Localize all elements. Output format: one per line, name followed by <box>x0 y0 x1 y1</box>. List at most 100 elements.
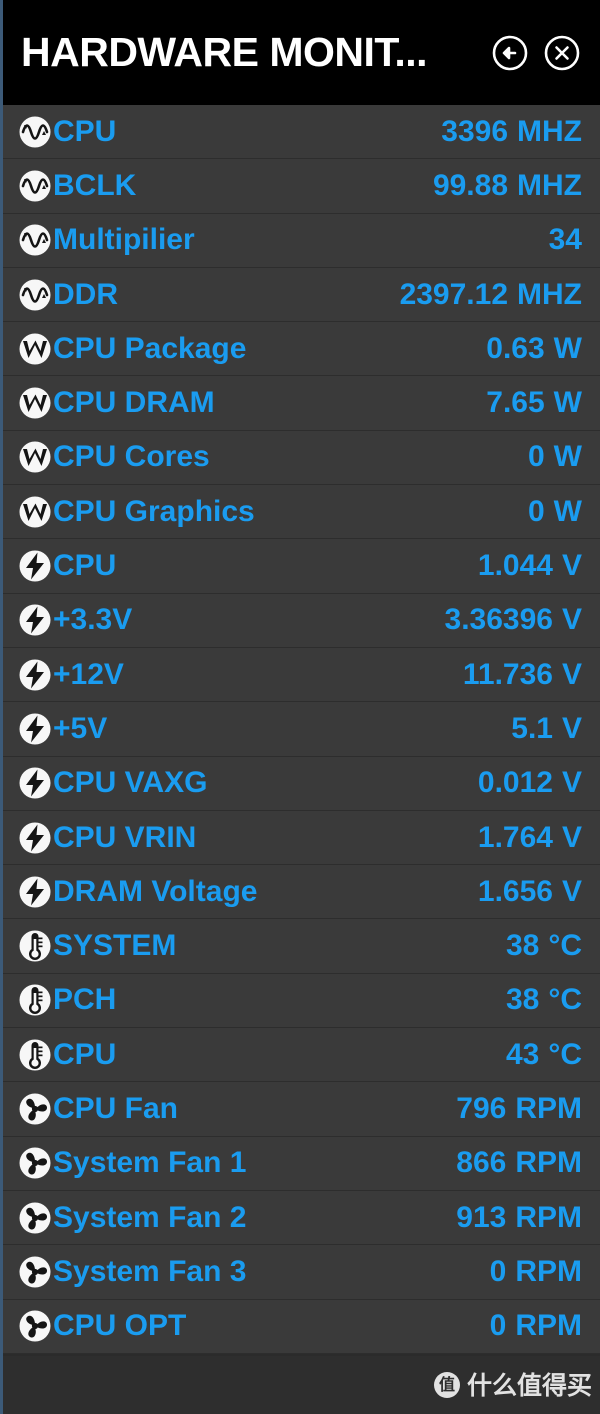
sensor-row[interactable]: +5V 5.1 V <box>3 702 600 757</box>
sensor-label: Multipilier <box>53 223 195 257</box>
frequency-waveform-icon <box>18 115 52 149</box>
sensor-row[interactable]: CPU Fan 796 RPM <box>3 1082 600 1137</box>
sensor-row[interactable]: CPU 43 °C <box>3 1028 600 1083</box>
sensor-label: CPU Fan <box>53 1091 179 1125</box>
sensor-row[interactable]: System Fan 1 866 RPM <box>3 1136 600 1191</box>
power-watt-icon <box>18 386 52 420</box>
sensor-row[interactable]: System Fan 3 0 RPM <box>3 1245 600 1300</box>
sensor-row[interactable]: DRAM Voltage 1.656 V <box>3 865 600 920</box>
power-watt-icon <box>18 440 52 474</box>
sensor-value-group: 0 RPM <box>490 1311 582 1341</box>
sensor-unit: °C <box>548 983 582 1017</box>
sensor-row[interactable]: SYSTEM 38 °C <box>3 919 600 974</box>
sensor-label: System Fan 3 <box>53 1254 247 1288</box>
sensor-unit: W <box>553 331 582 365</box>
sensor-value-group: 0W <box>528 494 582 528</box>
sensor-label: +3.3V <box>53 603 133 637</box>
sensor-label: CPU VRIN <box>53 820 197 854</box>
sensor-label: CPU Package <box>53 331 247 365</box>
sensor-value: 5.1 <box>511 711 553 745</box>
sensor-value-group: 796 RPM <box>456 1093 582 1124</box>
watermark-label: 什么值得买 <box>466 1370 592 1400</box>
smzdm-logo-icon: 值 <box>433 1372 460 1398</box>
sensor-row[interactable]: CPU 3396 MHZ <box>3 105 600 160</box>
sensor-value-group: 1.764 V <box>477 820 582 854</box>
sensor-unit: W <box>553 494 582 528</box>
sensor-unit: V <box>561 657 582 691</box>
sensor-label: +12V <box>53 657 124 691</box>
sensor-row[interactable]: +3.3V 3.36396 V <box>3 593 600 648</box>
sensor-label: +5V <box>53 711 108 745</box>
page-title: HARDWARE MONIT... <box>21 29 428 75</box>
hardware-monitor-window: HARDWARE MONIT... CPU 3396 MHZ BCLK 99.88 MHZ… <box>0 0 600 1414</box>
sensor-value-group: 99.88 MHZ <box>432 168 582 202</box>
sensor-value-group: 913 RPM <box>456 1200 582 1234</box>
sensor-row[interactable]: CPU VAXG 0.012 V <box>3 756 600 811</box>
sensor-value-group: 7.65 W <box>486 388 582 418</box>
sensor-label: CPU VAXG <box>53 766 208 800</box>
sensor-value: 913 <box>456 1200 507 1234</box>
temperature-thermometer-icon <box>18 983 52 1017</box>
footer-bar: 值 什么值得买 <box>0 1356 600 1414</box>
frequency-waveform-icon <box>18 223 52 257</box>
voltage-bolt-icon <box>18 875 52 909</box>
sensor-row[interactable]: System Fan 2 913 RPM <box>3 1190 600 1246</box>
sensor-value-group: 1.656 V <box>477 874 582 908</box>
sensor-value-group: 0 RPM <box>490 1256 582 1287</box>
voltage-bolt-icon <box>18 658 52 692</box>
sensor-value-group: 38 °C <box>506 985 582 1015</box>
close-circle-icon[interactable] <box>542 33 582 73</box>
sensor-label: CPU Cores <box>53 440 210 474</box>
sensor-row[interactable]: DDR 2397.12 MHZ <box>3 267 600 323</box>
sensor-value-group: 11.736 V <box>463 657 582 691</box>
sensor-row[interactable]: PCH 38 °C <box>3 973 600 1029</box>
fan-icon <box>18 1201 52 1235</box>
sensor-value: 0.012 <box>477 766 553 800</box>
sensor-row[interactable]: Multipilier 34 <box>3 213 600 268</box>
title-bar: HARDWARE MONIT... <box>0 0 600 105</box>
sensor-row[interactable]: CPU Graphics 0 W <box>3 485 600 540</box>
sensor-value-group: 5.1 V <box>511 711 582 745</box>
sensor-unit: V <box>561 549 582 583</box>
sensor-row[interactable]: CPU DRAM 7.65 W <box>3 376 600 431</box>
title-bar-actions <box>490 33 586 73</box>
sensor-unit: W <box>553 440 582 474</box>
sensor-label: System Fan 2 <box>53 1200 247 1234</box>
fan-icon <box>18 1309 52 1343</box>
power-watt-icon <box>18 332 52 366</box>
sensor-value-group: 43 °C <box>506 1037 582 1071</box>
sensor-unit: °C <box>548 1037 582 1071</box>
sensor-value-group: 34 <box>549 225 582 255</box>
sensor-value: 99.88 <box>432 168 509 202</box>
sensor-value: 1.764 <box>477 820 553 854</box>
voltage-bolt-icon <box>18 603 52 637</box>
sensor-label: BCLK <box>53 168 137 202</box>
sensor-unit: V <box>561 603 582 637</box>
sensor-value-group: 1.044 V <box>478 551 582 581</box>
sensor-value-group: 3.36396 V <box>445 605 582 635</box>
sensor-value-group: 0.63 W <box>486 331 582 365</box>
sensor-label: DDR <box>53 277 118 311</box>
sensor-row[interactable]: CPU Package 0.63 W <box>3 322 600 377</box>
sensor-value: 34 <box>548 223 582 257</box>
sensor-row[interactable]: CPU VRIN 1.764 V <box>3 810 600 866</box>
sensor-value: 1.656 <box>477 874 553 908</box>
voltage-bolt-icon <box>18 549 52 583</box>
voltage-bolt-icon <box>18 712 52 746</box>
sensor-row[interactable]: +12V 11.736 V <box>3 647 600 703</box>
sensor-value-group: 38 °C <box>506 931 582 961</box>
sensor-value: 7.65 <box>486 386 545 420</box>
sensor-row[interactable]: CPU OPT 0 RPM <box>3 1299 600 1354</box>
sensor-unit: V <box>561 766 582 800</box>
sensor-value-group: 3396 MHZ <box>441 114 582 148</box>
sensor-value: 3.36396 <box>444 603 553 637</box>
sensor-unit: MHZ <box>517 168 582 202</box>
back-arrow-circle-icon[interactable] <box>490 33 530 73</box>
power-watt-icon <box>18 495 52 529</box>
sensor-row[interactable]: BCLK 99.88 MHZ <box>3 159 600 214</box>
sensor-row[interactable]: CPU Cores 0 W <box>3 430 600 486</box>
sensor-list: CPU 3396 MHZ BCLK 99.88 MHZ Multipilier 34 DDR 23… <box>0 105 600 1356</box>
sensor-row[interactable]: CPU 1.044 V <box>3 539 600 594</box>
sensor-unit: MHZ <box>517 114 582 148</box>
sensor-label: CPU OPT <box>53 1309 187 1343</box>
